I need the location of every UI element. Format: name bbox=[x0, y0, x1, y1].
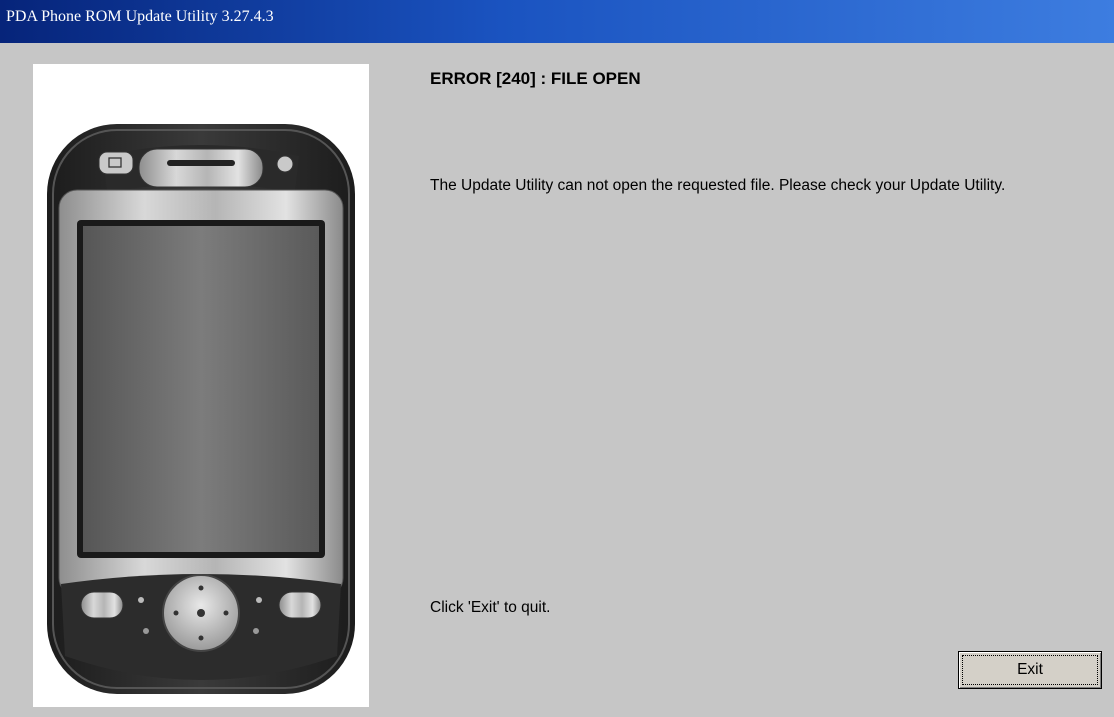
pda-phone-image bbox=[47, 124, 355, 694]
title-bar[interactable]: PDA Phone ROM Update Utility 3.27.4.3 bbox=[0, 0, 1114, 43]
exit-button-label: Exit bbox=[962, 655, 1098, 685]
error-message: The Update Utility can not open the requ… bbox=[430, 177, 1006, 194]
window-title: PDA Phone ROM Update Utility 3.27.4.3 bbox=[6, 8, 274, 25]
device-image-panel bbox=[33, 64, 369, 707]
exit-button[interactable]: Exit bbox=[958, 651, 1102, 689]
quit-hint: Click 'Exit' to quit. bbox=[430, 599, 551, 616]
error-title: ERROR [240] : FILE OPEN bbox=[430, 69, 641, 88]
